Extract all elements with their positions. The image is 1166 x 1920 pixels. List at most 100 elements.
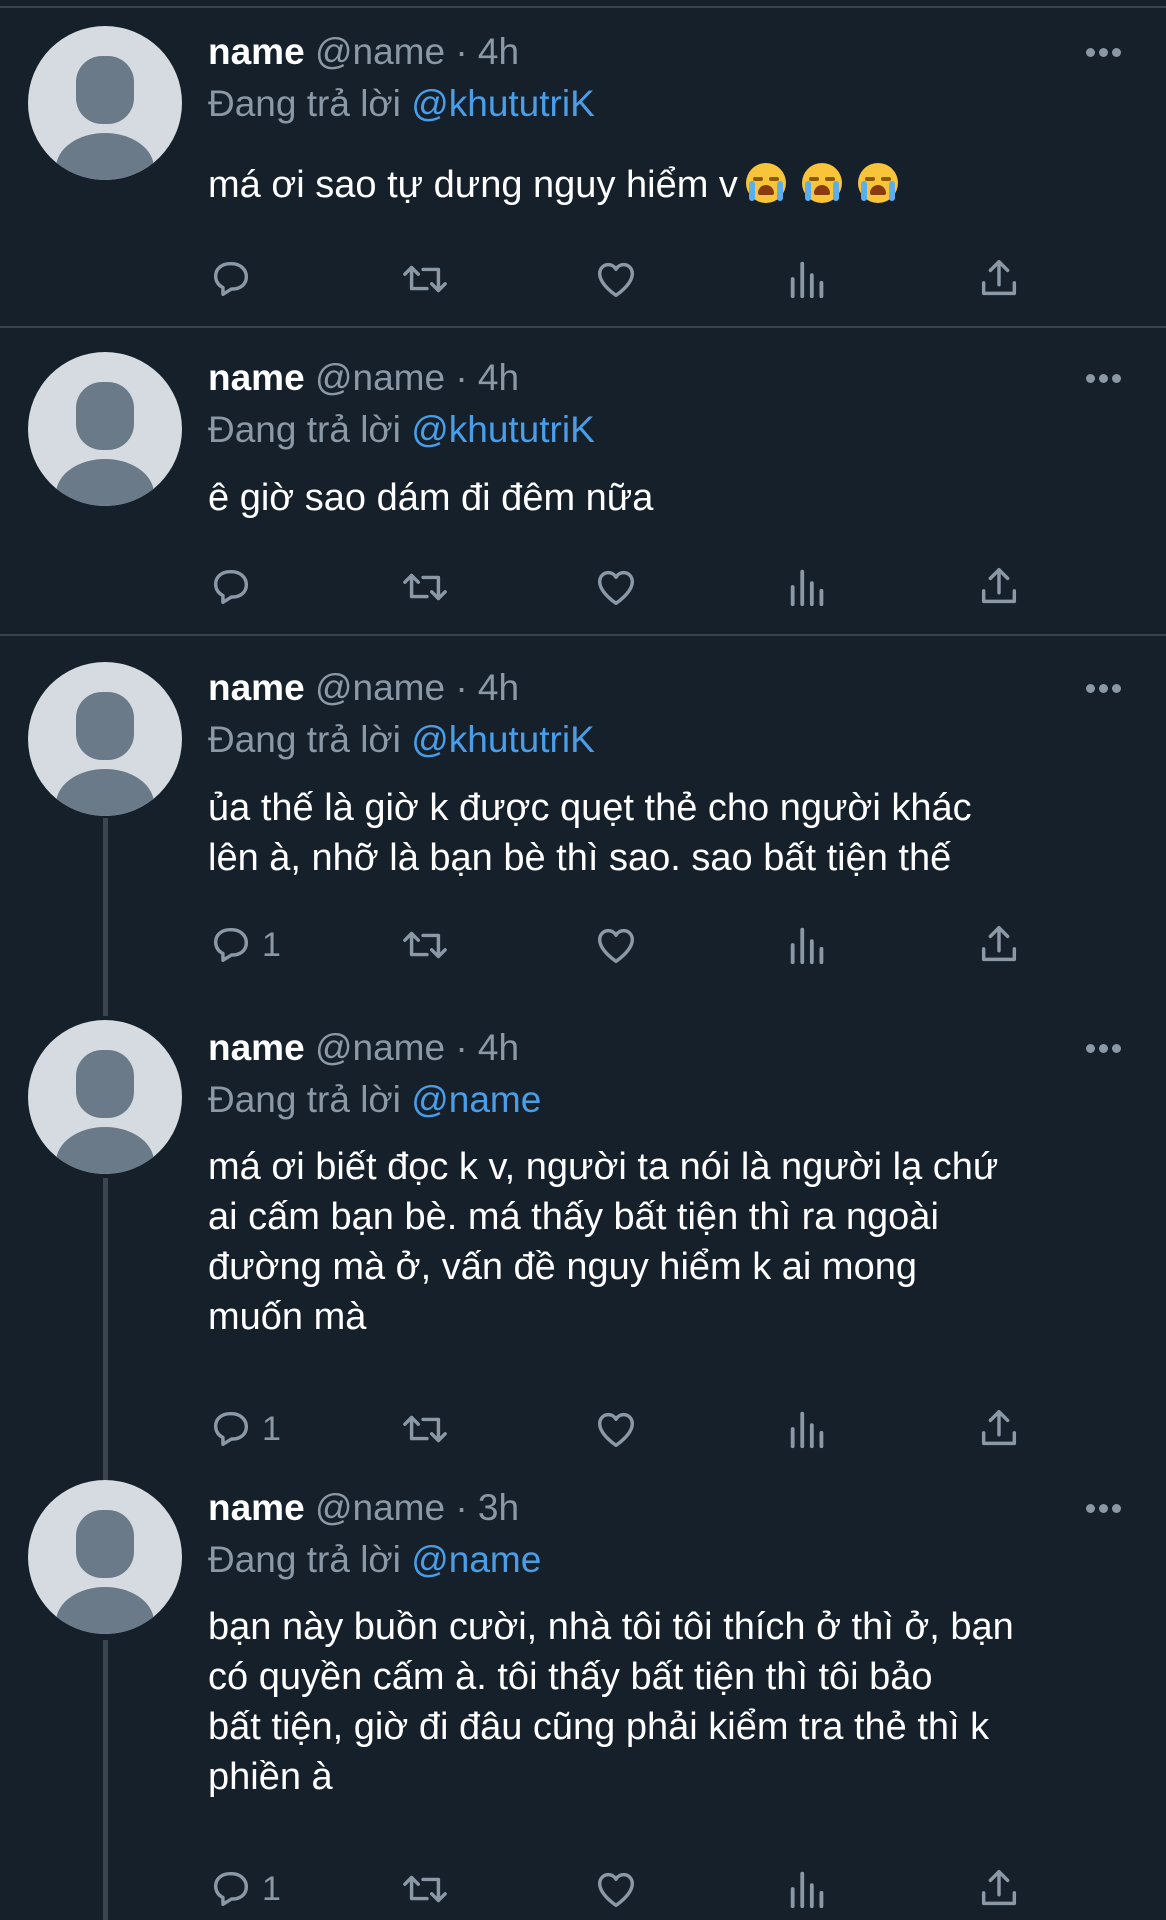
reply-button[interactable]: 1 bbox=[208, 1864, 281, 1914]
more-icon[interactable] bbox=[1086, 48, 1122, 58]
tweet[interactable]: name @name · 4h Đang trả lời @name má ơi… bbox=[0, 1020, 1166, 1480]
retweet-button[interactable] bbox=[398, 1404, 452, 1454]
more-icon[interactable] bbox=[1086, 1044, 1122, 1054]
tweet-header: name @name · 3h bbox=[208, 1486, 519, 1530]
like-button[interactable] bbox=[592, 254, 640, 304]
heart-icon bbox=[597, 928, 635, 964]
views-button[interactable] bbox=[786, 1864, 830, 1914]
share-button[interactable] bbox=[976, 920, 1022, 970]
tweet-header: name @name · 4h bbox=[208, 666, 519, 710]
avatar[interactable] bbox=[28, 26, 182, 180]
heart-icon bbox=[597, 1412, 635, 1448]
mention-link[interactable]: @name bbox=[411, 1079, 541, 1120]
display-name[interactable]: name bbox=[208, 357, 305, 398]
replying-to-label: Đang trả lời bbox=[208, 1539, 412, 1580]
share-button[interactable] bbox=[976, 1404, 1022, 1454]
views-button[interactable] bbox=[786, 1404, 830, 1454]
share-icon bbox=[981, 926, 1017, 962]
loudly-crying-face-emoji bbox=[801, 163, 842, 203]
replying-to: Đang trả lời @khututriK bbox=[208, 82, 595, 126]
tweet-text: má ơi sao tự dưng nguy hiểm v bbox=[208, 164, 738, 206]
reply-button[interactable]: 1 bbox=[208, 1404, 281, 1454]
mention-link[interactable]: @khututriK bbox=[411, 83, 595, 124]
like-button[interactable] bbox=[592, 1404, 640, 1454]
retweet-icon bbox=[403, 573, 447, 601]
reply-icon bbox=[213, 927, 249, 963]
display-name[interactable]: name bbox=[208, 1027, 305, 1068]
retweet-button[interactable] bbox=[398, 920, 452, 970]
reply-count: 1 bbox=[262, 1409, 281, 1448]
views-button[interactable] bbox=[786, 562, 830, 612]
replying-to-label: Đang trả lời bbox=[208, 719, 412, 760]
heart-icon bbox=[597, 1872, 635, 1908]
tweet-divider bbox=[0, 326, 1166, 328]
replying-to: Đang trả lời @name bbox=[208, 1538, 541, 1582]
more-icon[interactable] bbox=[1086, 374, 1122, 384]
tweet-header: name @name · 4h bbox=[208, 1026, 519, 1070]
share-button[interactable] bbox=[976, 562, 1022, 612]
analytics-icon bbox=[790, 927, 824, 965]
share-icon bbox=[981, 1410, 1017, 1446]
display-name[interactable]: name bbox=[208, 667, 305, 708]
reply-icon bbox=[213, 261, 249, 297]
replying-to: Đang trả lời @khututriK bbox=[208, 718, 595, 762]
loudly-crying-face-emoji bbox=[857, 163, 898, 203]
tweet-text: má ơi biết đọc k v, người ta nói là ngườ… bbox=[208, 1146, 999, 1338]
mention-link[interactable]: @khututriK bbox=[411, 719, 595, 760]
retweet-icon bbox=[403, 1875, 447, 1903]
avatar[interactable] bbox=[28, 352, 182, 506]
tweet-header: name @name · 4h bbox=[208, 30, 519, 74]
avatar[interactable] bbox=[28, 662, 182, 816]
handle-and-time[interactable]: @name · 4h bbox=[315, 357, 519, 398]
reply-icon bbox=[213, 1411, 249, 1447]
share-icon bbox=[981, 568, 1017, 604]
like-button[interactable] bbox=[592, 920, 640, 970]
reply-button[interactable] bbox=[208, 254, 262, 304]
avatar[interactable] bbox=[28, 1480, 182, 1634]
retweet-button[interactable] bbox=[398, 1864, 452, 1914]
avatar[interactable] bbox=[28, 1020, 182, 1174]
handle-and-time[interactable]: @name · 3h bbox=[315, 1487, 519, 1528]
reply-count: 1 bbox=[262, 1869, 281, 1908]
share-icon bbox=[981, 1870, 1017, 1906]
views-button[interactable] bbox=[786, 920, 830, 970]
retweet-icon bbox=[403, 931, 447, 959]
handle-and-time[interactable]: @name · 4h bbox=[315, 667, 519, 708]
reply-button[interactable]: 1 bbox=[208, 920, 281, 970]
tweet[interactable]: name @name · 4h Đang trả lời @khututriK … bbox=[0, 330, 1166, 636]
more-icon[interactable] bbox=[1086, 684, 1122, 694]
tweet-text: ủa thế là giờ k được quẹt thẻ cho người … bbox=[208, 787, 972, 879]
loudly-crying-face-emoji bbox=[745, 163, 786, 203]
analytics-icon bbox=[790, 569, 824, 607]
analytics-icon bbox=[790, 1411, 824, 1449]
analytics-icon bbox=[790, 261, 824, 299]
tweet[interactable]: name @name · 4h Đang trả lời @khututriK … bbox=[0, 636, 1166, 1020]
views-button[interactable] bbox=[786, 254, 830, 304]
tweet-header: name @name · 4h bbox=[208, 356, 519, 400]
replying-to: Đang trả lời @name bbox=[208, 1078, 541, 1122]
retweet-button[interactable] bbox=[398, 254, 452, 304]
display-name[interactable]: name bbox=[208, 31, 305, 72]
replying-to: Đang trả lời @khututriK bbox=[208, 408, 595, 452]
reply-icon bbox=[213, 569, 249, 605]
analytics-icon bbox=[790, 1871, 824, 1909]
reply-button[interactable] bbox=[208, 562, 262, 612]
handle-and-time[interactable]: @name · 4h bbox=[315, 31, 519, 72]
mention-link[interactable]: @khututriK bbox=[411, 409, 595, 450]
tweet-text: bạn này buồn cười, nhà tôi tôi thích ở t… bbox=[208, 1606, 1014, 1798]
share-button[interactable] bbox=[976, 254, 1022, 304]
heart-icon bbox=[597, 570, 635, 606]
tweet-text-container: má ơi sao tự dưng nguy hiểm v bbox=[208, 160, 1128, 210]
handle-and-time[interactable]: @name · 4h bbox=[315, 1027, 519, 1068]
tweet[interactable]: name @name · 4h Đang trả lời @khututriK … bbox=[0, 0, 1166, 330]
share-button[interactable] bbox=[976, 1864, 1022, 1914]
tweet[interactable]: name @name · 3h Đang trả lời @name bạn n… bbox=[0, 1480, 1166, 1920]
mention-link[interactable]: @name bbox=[411, 1539, 541, 1580]
like-button[interactable] bbox=[592, 1864, 640, 1914]
display-name[interactable]: name bbox=[208, 1487, 305, 1528]
retweet-button[interactable] bbox=[398, 562, 452, 612]
more-icon[interactable] bbox=[1086, 1504, 1122, 1514]
retweet-icon bbox=[403, 1415, 447, 1443]
share-icon bbox=[981, 260, 1017, 296]
like-button[interactable] bbox=[592, 562, 640, 612]
